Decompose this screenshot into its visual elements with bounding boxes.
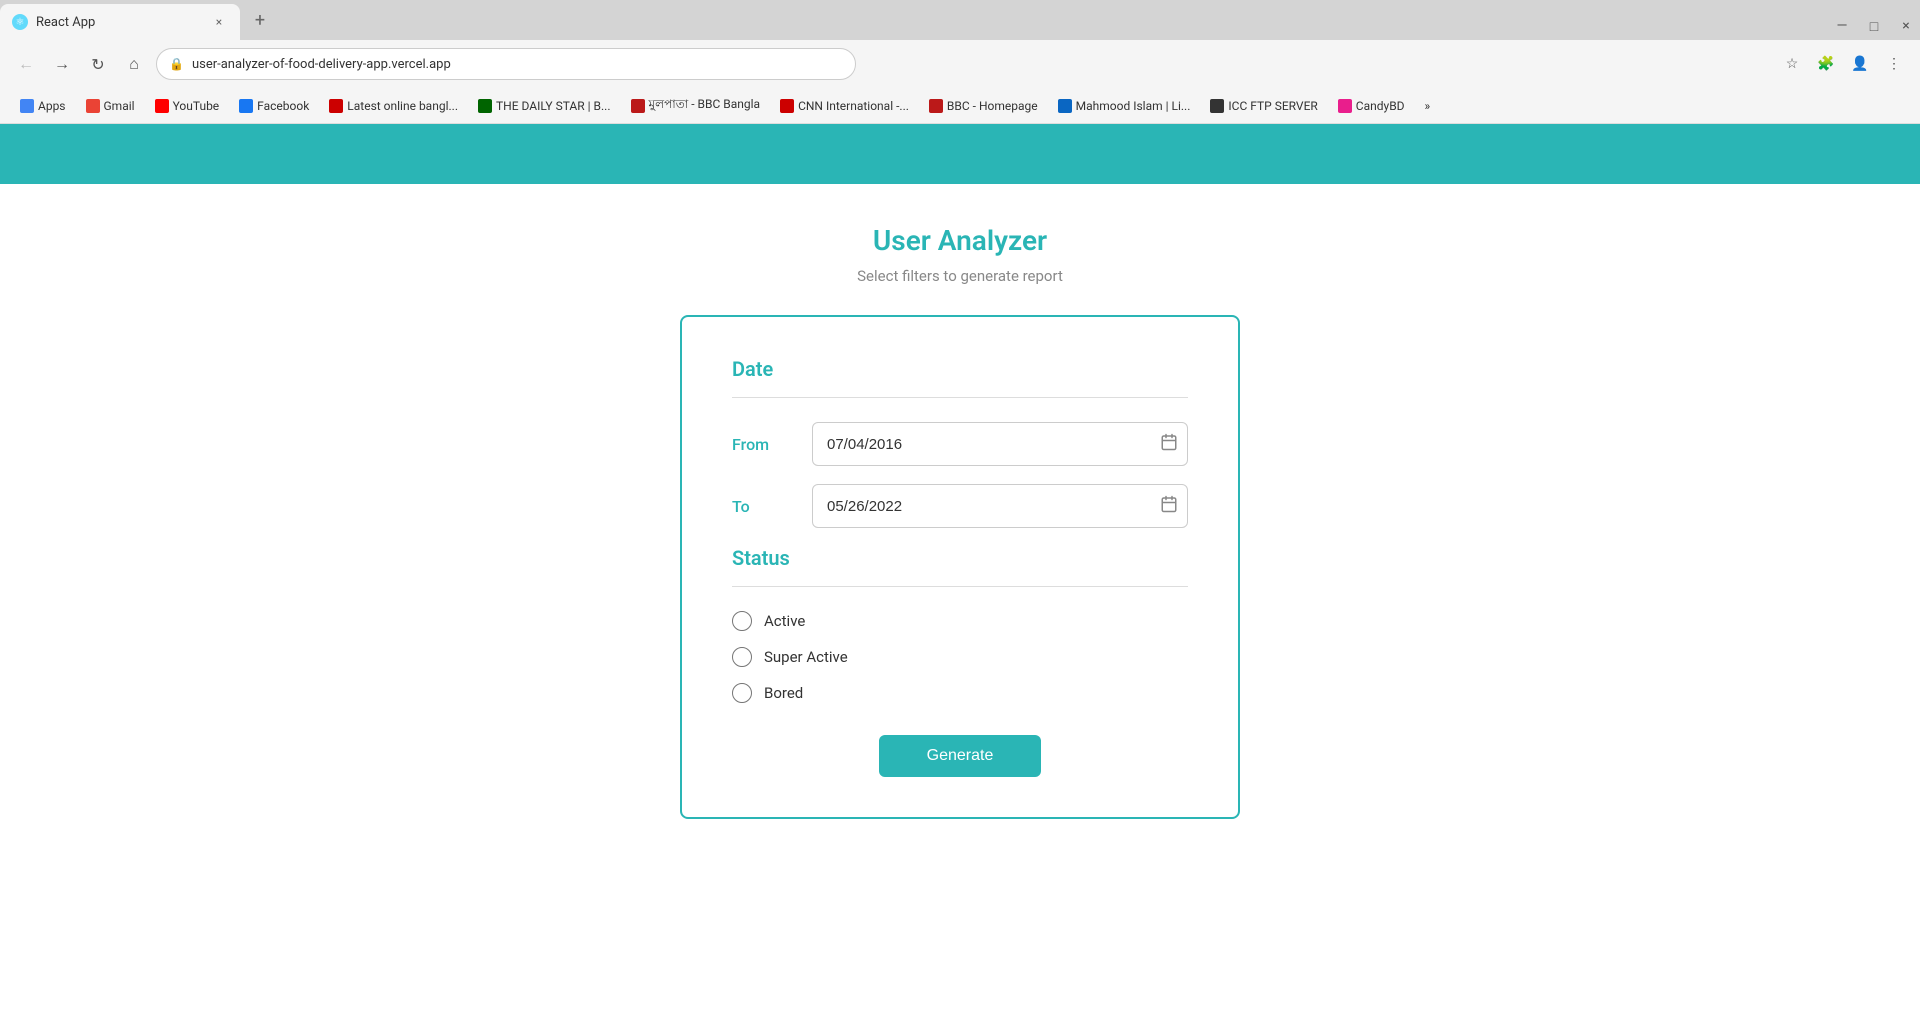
- date-divider: [732, 397, 1188, 398]
- from-label: From: [732, 435, 792, 454]
- browser-profile-button[interactable]: 👤: [1846, 50, 1874, 78]
- youtube-favicon-icon: [155, 99, 169, 113]
- bbc-favicon-icon: [929, 99, 943, 113]
- bookmark-daily-star2-label: THE DAILY STAR | B...: [496, 99, 611, 113]
- bookmark-daily-star-label: Latest online bangl...: [347, 99, 458, 113]
- date-section: Date From: [732, 357, 1188, 528]
- tab-title: React App: [36, 15, 202, 30]
- bookmark-candy-label: CandyBD: [1356, 99, 1405, 113]
- extensions-button[interactable]: 🧩: [1812, 50, 1840, 78]
- address-bar[interactable]: 🔒 user-analyzer-of-food-delivery-app.ver…: [156, 48, 856, 80]
- bookmark-bbc-bangla-label: মুলপাতা - BBC Bangla: [649, 96, 761, 116]
- address-bar-row: ← → ↻ ⌂ 🔒 user-analyzer-of-food-delivery…: [0, 40, 1920, 88]
- status-active-label: Active: [764, 612, 805, 630]
- to-row: To: [732, 484, 1188, 528]
- from-date-wrapper: [812, 422, 1188, 466]
- bbc-bangla-favicon-icon: [631, 99, 645, 113]
- bookmark-linkedin-label: Mahmood Islam | Li...: [1076, 99, 1191, 113]
- bookmark-daily-star[interactable]: Latest online bangl...: [321, 95, 466, 117]
- status-section: Status Active Super Active Bored: [732, 546, 1188, 703]
- bookmark-bbc-label: BBC - Homepage: [947, 99, 1038, 113]
- bookmark-youtube-label: YouTube: [173, 99, 220, 113]
- main-content: User Analyzer Select filters to generate…: [0, 184, 1920, 1032]
- status-active-item[interactable]: Active: [732, 611, 1188, 631]
- bookmark-daily-star2[interactable]: THE DAILY STAR | B...: [470, 95, 619, 117]
- form-card: Date From: [680, 315, 1240, 819]
- generate-btn-wrapper: Generate: [732, 735, 1188, 777]
- minimize-button[interactable]: —: [1828, 12, 1856, 40]
- url-text: user-analyzer-of-food-delivery-app.verce…: [192, 57, 843, 72]
- from-row: From: [732, 422, 1188, 466]
- bookmark-candy[interactable]: CandyBD: [1330, 95, 1413, 117]
- bookmark-bbc-bangla[interactable]: মুলপাতা - BBC Bangla: [623, 92, 769, 120]
- toolbar-icons: ☆ 🧩 👤 ⋮: [1778, 50, 1908, 78]
- bookmark-apps-label: Apps: [38, 99, 66, 113]
- bookmark-apps[interactable]: Apps: [12, 95, 74, 117]
- to-label: To: [732, 497, 792, 516]
- browser-chrome: ⚛ React App × + — □ × ← → ↻ ⌂ 🔒 user-ana…: [0, 0, 1920, 124]
- back-button[interactable]: ←: [12, 50, 40, 78]
- apps-favicon-icon: [20, 99, 34, 113]
- bookmark-bbc[interactable]: BBC - Homepage: [921, 95, 1046, 117]
- facebook-favicon-icon: [239, 99, 253, 113]
- status-bored-label: Bored: [764, 684, 803, 702]
- to-calendar-icon[interactable]: [1160, 495, 1178, 517]
- bookmark-more[interactable]: »: [1417, 95, 1439, 117]
- bookmark-cnn-label: CNN International -...: [798, 99, 909, 113]
- bookmark-cnn[interactable]: CNN International -...: [772, 95, 917, 117]
- status-section-title: Status: [732, 546, 1188, 570]
- maximize-button[interactable]: □: [1860, 12, 1888, 40]
- bookmark-icc-label: ICC FTP SERVER: [1228, 99, 1317, 113]
- bookmark-gmail-label: Gmail: [104, 99, 135, 113]
- page-subtitle: Select filters to generate report: [857, 267, 1063, 285]
- close-button[interactable]: ×: [1892, 12, 1920, 40]
- tab-favicon-icon: ⚛: [12, 14, 28, 30]
- bookmark-youtube[interactable]: YouTube: [147, 95, 228, 117]
- active-tab[interactable]: ⚛ React App ×: [0, 4, 240, 40]
- from-date-input[interactable]: [812, 422, 1188, 466]
- refresh-button[interactable]: ↻: [84, 50, 112, 78]
- bookmark-more-label: »: [1425, 99, 1431, 113]
- bookmark-facebook-label: Facebook: [257, 99, 309, 113]
- forward-button[interactable]: →: [48, 50, 76, 78]
- tab-close-button[interactable]: ×: [210, 13, 228, 31]
- bookmark-icc[interactable]: ICC FTP SERVER: [1202, 95, 1325, 117]
- bookmark-linkedin[interactable]: Mahmood Islam | Li...: [1050, 95, 1199, 117]
- to-date-input[interactable]: [812, 484, 1188, 528]
- daily-star2-favicon-icon: [478, 99, 492, 113]
- icc-favicon-icon: [1210, 99, 1224, 113]
- bookmark-gmail[interactable]: Gmail: [78, 95, 143, 117]
- bookmark-facebook[interactable]: Facebook: [231, 95, 317, 117]
- bookmark-star-button[interactable]: ☆: [1778, 50, 1806, 78]
- status-super-active-item[interactable]: Super Active: [732, 647, 1188, 667]
- daily-star-favicon-icon: [329, 99, 343, 113]
- status-radio-group: Active Super Active Bored: [732, 611, 1188, 703]
- status-active-radio[interactable]: [732, 611, 752, 631]
- status-bored-radio[interactable]: [732, 683, 752, 703]
- app-header: [0, 124, 1920, 184]
- date-section-title: Date: [732, 357, 1188, 381]
- from-calendar-icon[interactable]: [1160, 433, 1178, 455]
- status-super-active-radio[interactable]: [732, 647, 752, 667]
- gmail-favicon-icon: [86, 99, 100, 113]
- status-bored-item[interactable]: Bored: [732, 683, 1188, 703]
- new-tab-button[interactable]: +: [244, 4, 276, 36]
- generate-button[interactable]: Generate: [879, 735, 1042, 777]
- cnn-favicon-icon: [780, 99, 794, 113]
- linkedin-favicon-icon: [1058, 99, 1072, 113]
- tab-bar: ⚛ React App × + — □ ×: [0, 0, 1920, 40]
- lock-icon: 🔒: [169, 57, 184, 71]
- window-controls: — □ ×: [1828, 12, 1920, 40]
- page-title: User Analyzer: [873, 224, 1047, 257]
- status-divider: [732, 586, 1188, 587]
- status-super-active-label: Super Active: [764, 648, 848, 666]
- home-button[interactable]: ⌂: [120, 50, 148, 78]
- candy-favicon-icon: [1338, 99, 1352, 113]
- menu-button[interactable]: ⋮: [1880, 50, 1908, 78]
- bookmarks-bar: Apps Gmail YouTube Facebook Latest onlin…: [0, 88, 1920, 124]
- to-date-wrapper: [812, 484, 1188, 528]
